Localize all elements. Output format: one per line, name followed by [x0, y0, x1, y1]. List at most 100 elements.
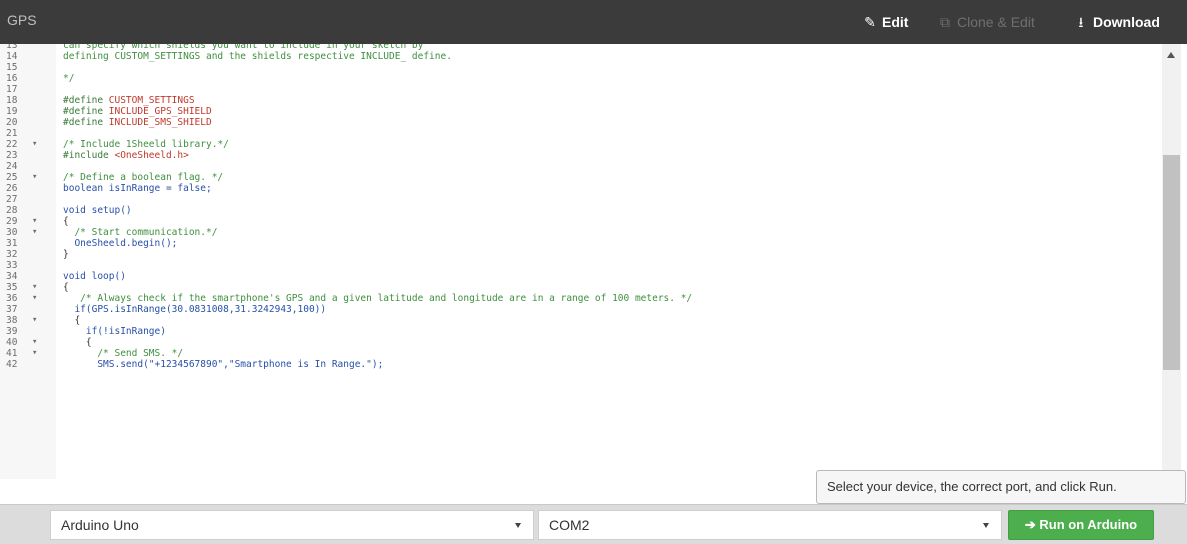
clone-edit-button[interactable]: ⧉ Clone & Edit: [937, 0, 1035, 44]
code-text: {: [63, 282, 69, 293]
fold-toggle-icon[interactable]: ▾: [32, 227, 37, 238]
line-number: 36: [6, 293, 18, 304]
code-token: defining CUSTOM_SETTINGS and the shields…: [63, 51, 452, 62]
board-select[interactable]: Arduino Uno: [50, 510, 534, 540]
code-line: 16 */: [0, 73, 1160, 84]
code-line: 15: [0, 62, 1160, 73]
run-on-arduino-button[interactable]: ➔ Run on Arduino: [1008, 510, 1154, 540]
code-token: void setup(): [63, 205, 132, 216]
download-button[interactable]: ⭳ Download: [1073, 0, 1160, 44]
code-text: {: [63, 337, 92, 348]
code-line: 25 ▾ /* Define a boolean flag. */: [0, 172, 1160, 183]
code-token: #define: [63, 117, 109, 128]
code-text: /* Always check if the smartphone's GPS …: [63, 293, 692, 304]
code-token: #define: [63, 106, 109, 117]
fold-toggle-icon[interactable]: ▾: [32, 216, 37, 227]
code-token: {: [63, 282, 69, 293]
editor-scrollbar[interactable]: [1162, 44, 1181, 479]
line-number: 42: [6, 359, 18, 370]
code-line: 19 #define INCLUDE_GPS_SHIELD: [0, 106, 1160, 117]
code-text: /* Define a boolean flag. */: [63, 172, 223, 183]
code-area[interactable]: 13 can specify which shields you want to …: [0, 44, 1162, 479]
fold-toggle-icon[interactable]: ▾: [32, 315, 37, 326]
line-number: 17: [6, 84, 18, 95]
code-text: boolean isInRange = false;: [63, 183, 212, 194]
code-line: 27: [0, 194, 1160, 205]
code-text: SMS.send("+1234567890","Smartphone is In…: [63, 359, 383, 370]
code-token: {: [63, 337, 92, 348]
line-number: 32: [6, 249, 18, 260]
code-token: /* Start communication.*/: [63, 227, 218, 238]
line-number: 40: [6, 337, 18, 348]
line-number: 34: [6, 271, 18, 282]
code-line: 18 #define CUSTOM_SETTINGS: [0, 95, 1160, 106]
code-token: SMS.send("+1234567890","Smartphone is In…: [63, 359, 384, 370]
code-line: 21: [0, 128, 1160, 139]
sketch-title: GPS: [7, 12, 37, 28]
line-number: 21: [6, 128, 18, 139]
top-toolbar: GPS ✎ Edit ⧉ Clone & Edit ⭳ Download: [0, 0, 1187, 44]
line-number: 15: [6, 62, 18, 73]
code-line: 40 ▾ {: [0, 337, 1160, 348]
code-line: 30 ▾ /* Start communication.*/: [0, 227, 1160, 238]
fold-toggle-icon[interactable]: ▾: [32, 337, 37, 348]
code-token: OneSheeld.begin();: [63, 238, 178, 249]
clone-label: Clone & Edit: [957, 14, 1035, 30]
line-number: 19: [6, 106, 18, 117]
code-line: 13 can specify which shields you want to …: [0, 44, 1160, 51]
code-text: can specify which shields you want to in…: [63, 44, 423, 51]
line-number: 22: [6, 139, 18, 150]
code-text: }: [63, 249, 69, 260]
line-number: 27: [6, 194, 18, 205]
line-number: 41: [6, 348, 18, 359]
code-line: 22 ▾ /* Include 1Sheeld library.*/: [0, 139, 1160, 150]
code-line: 14 defining CUSTOM_SETTINGS and the shiel…: [0, 51, 1160, 62]
code-text: #define INCLUDE_SMS_SHIELD: [63, 117, 212, 128]
code-line: 32}: [0, 249, 1160, 260]
line-number: 35: [6, 282, 18, 293]
fold-toggle-icon[interactable]: ▾: [32, 282, 37, 293]
line-number: 20: [6, 117, 18, 128]
code-token: INCLUDE_GPS_SHIELD: [108, 106, 212, 117]
code-text: */: [63, 73, 74, 84]
code-line: 35 ▾ {: [0, 282, 1160, 293]
code-token: /* Send SMS. */: [63, 348, 184, 359]
code-line: 24: [0, 161, 1160, 172]
code-token: #define: [63, 95, 109, 106]
line-number: 30: [6, 227, 18, 238]
run-bar: Arduino Uno COM2 ➔ Run on Arduino: [0, 504, 1187, 544]
fold-toggle-icon[interactable]: ▾: [32, 293, 37, 304]
code-token: }: [63, 249, 69, 260]
code-token: {: [63, 216, 69, 227]
code-text: /* Send SMS. */: [63, 348, 183, 359]
code-text: if(GPS.isInRange(30.0831008,31.3242943,1…: [63, 304, 326, 315]
code-line: 37 if(GPS.isInRange(30.0831008,31.324294…: [0, 304, 1160, 315]
fold-toggle-icon[interactable]: ▾: [32, 348, 37, 359]
code-text: void setup(): [63, 205, 132, 216]
line-number: 39: [6, 326, 18, 337]
code-text: {: [63, 216, 69, 227]
code-token: CUSTOM_SETTINGS: [108, 95, 195, 106]
download-label: Download: [1093, 14, 1160, 30]
scroll-up-icon[interactable]: [1167, 52, 1175, 58]
code-line: 23 #include <OneSheeld.h>: [0, 150, 1160, 161]
code-text: OneSheeld.begin();: [63, 238, 177, 249]
fold-toggle-icon[interactable]: ▾: [32, 139, 37, 150]
port-select[interactable]: COM2: [538, 510, 1002, 540]
run-label: Run on Arduino: [1039, 517, 1138, 532]
code-line: 33: [0, 260, 1160, 271]
code-token: if(GPS.isInRange(30.0831008,31.3242943,1…: [63, 304, 327, 315]
scrollbar-thumb[interactable]: [1163, 155, 1180, 370]
code-editor[interactable]: 13 can specify which shields you want to …: [0, 44, 1181, 479]
code-token: /* Define a boolean flag. */: [63, 172, 224, 183]
arrow-right-icon: ➔: [1024, 517, 1040, 532]
code-text: /* Start communication.*/: [63, 227, 217, 238]
download-icon: ⭳: [1078, 14, 1084, 30]
edit-button[interactable]: ✎ Edit: [862, 0, 908, 44]
code-token: {: [63, 315, 81, 326]
fold-toggle-icon[interactable]: ▾: [32, 172, 37, 183]
code-line: 36 ▾ /* Always check if the smartphone's …: [0, 293, 1160, 304]
code-text: #define INCLUDE_GPS_SHIELD: [63, 106, 212, 117]
code-line: 20 #define INCLUDE_SMS_SHIELD: [0, 117, 1160, 128]
code-text: #include <OneSheeld.h>: [63, 150, 189, 161]
